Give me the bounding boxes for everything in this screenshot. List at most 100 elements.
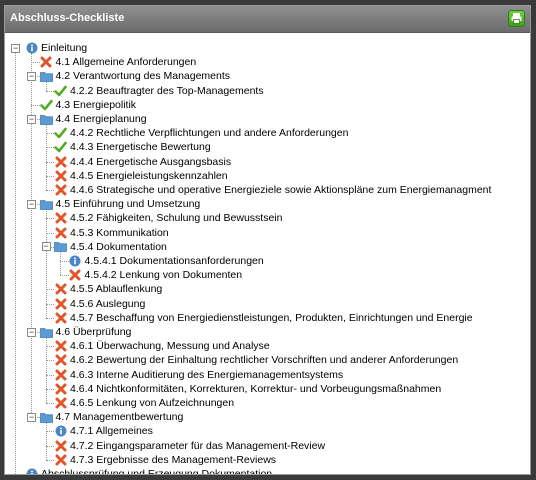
tree-node-label[interactable]: 4.5.4.1 Dokumentationsanforderungen [85,255,264,267]
tree-node[interactable]: 4.4.3 Energetische Bewertung [54,140,211,154]
tree-connector [45,360,54,362]
tree-node[interactable]: 4.7.1 Allgemeines [54,424,153,438]
collapse-toggle-icon[interactable]: − [27,114,36,124]
collapse-toggle-icon[interactable]: − [41,242,51,252]
tree-node[interactable]: 4.6.2 Bewertung der Einhaltung rechtlich… [54,353,458,367]
tree-node[interactable]: 4.4.6 Strategische und operative Energie… [54,183,491,197]
tree-node[interactable]: 4.4.4 Energetische Ausgangsbasis [54,155,231,169]
collapse-toggle-icon[interactable]: − [11,43,20,53]
tree-connector [45,175,54,177]
cross-icon [54,283,67,296]
tree-connector [45,422,47,460]
tree-node-label[interactable]: 4.4.4 Energetische Ausgangsbasis [70,156,231,168]
tree-node[interactable]: − 4.5.4 Dokumentation [41,240,167,254]
collapse-toggle-icon[interactable]: − [27,199,36,209]
tree-node[interactable]: 4.1 Allgemeine Anforderungen [40,55,197,69]
tree-node[interactable]: 4.5.4.1 Dokumentationsanforderungen [69,254,264,268]
tree-node[interactable]: − 4.2 Verantwortung des Managements [27,69,231,83]
tree-node-label[interactable]: 4.6.3 Interne Auditierung des Energieman… [70,369,343,381]
tree-connector [31,62,40,64]
tree-node-label[interactable]: 4.6.4 Nichtkonformitäten, Korrekturen, K… [70,383,441,395]
tree-node-label[interactable]: 4.4.6 Strategische und operative Energie… [70,184,491,196]
collapse-toggle-icon[interactable]: − [27,412,36,422]
tree-connector [45,218,54,220]
checklist-tree: − Einleitung 4.1 Allgemeine Anforderungen −… [5,33,530,474]
tree-node[interactable]: − 4.5 Einführung und Umsetzung [27,197,201,211]
tree-connector [45,190,54,191]
tree-connector [60,251,61,276]
tree-connector [45,232,54,234]
collapse-toggle-icon[interactable]: − [27,71,36,81]
cross-icon [54,155,67,168]
tree-node-label[interactable]: 4.5.2 Fähigkeiten, Schulung und Bewussts… [70,212,282,224]
tree-node[interactable]: 4.4.5 Energieleistungskennzahlen [54,169,228,183]
cross-icon [40,56,53,69]
tree-node-label[interactable]: 4.2 Verantwortung des Managements [56,70,231,82]
tree-connector [45,209,47,318]
collapse-toggle-icon[interactable]: − [27,327,36,337]
tree-node-label[interactable]: 4.6 Überprüfung [56,326,132,338]
tree-node[interactable]: 4.5.5 Ablauflenkung [54,282,162,296]
tree-node-label[interactable]: 4.3 Energiepolitik [56,99,137,111]
tree-node-label[interactable]: 4.1 Allgemeine Anforderungen [56,56,197,68]
tree-node-label[interactable]: 4.4.2 Rechtliche Verpflichtungen und and… [70,127,348,139]
tree-node-label[interactable]: 4.5.5 Ablauflenkung [70,283,162,295]
tree-node[interactable]: 4.5.6 Auslegung [54,297,145,311]
tree-node-label[interactable]: 4.7.2 Eingangsparameter für das Manageme… [70,440,325,452]
tree-connector [45,459,54,461]
tree-node-label[interactable]: 4.7.1 Allgemeines [70,425,153,437]
tree-node-label[interactable]: Abschlussprüfung und Erzeugung Dokumenta… [41,468,272,474]
tree-node[interactable]: 4.7.3 Ergebnisse des Management-Reviews [54,453,276,467]
cross-icon [54,439,67,452]
tree-node-label[interactable]: 4.6.2 Bewertung der Einhaltung rechtlich… [70,354,458,366]
tree-node[interactable]: 4.6.1 Überwachung, Messung und Analyse [54,339,270,353]
print-button[interactable] [508,10,525,27]
tree-node-label[interactable]: 4.4.3 Energetische Bewertung [70,141,211,153]
tree-node[interactable]: 4.4.2 Rechtliche Verpflichtungen und and… [54,126,348,140]
checklist-panel: Abschluss-Checkliste − Einleitung 4.1 Allg… [4,5,531,475]
cross-icon [54,169,67,182]
folder-icon [39,198,53,211]
tree-node-label[interactable]: 4.4.5 Energieleistungskennzahlen [70,170,228,182]
tree-connector [45,403,54,404]
tree-node[interactable]: 4.5.7 Beschaffung von Energiedienstleist… [54,311,473,325]
tree-node[interactable]: 4.5.3 Kommunikation [54,226,169,240]
check-icon [54,127,67,140]
tree-connector [15,48,16,474]
tree-node-label[interactable]: 4.5.7 Beschaffung von Energiedienstleist… [70,312,473,324]
tree-node[interactable]: 4.7.2 Eingangsparameter für das Manageme… [54,439,325,453]
folder-icon [39,70,53,83]
panel-header: Abschluss-Checkliste [5,6,530,33]
tree-node[interactable]: − 4.6 Überprüfung [27,325,132,339]
tree-node[interactable]: 4.5.4.2 Lenkung von Dokumenten [69,268,243,282]
cross-icon [54,368,67,381]
tree-node-label[interactable]: 4.6.1 Überwachung, Messung und Analyse [70,340,270,352]
tree-node-label[interactable]: 4.5.6 Auslegung [70,298,145,310]
tree-node-label[interactable]: 4.2.2 Beauftragter des Top-Managements [70,85,264,97]
cross-icon [54,340,67,353]
tree-node[interactable]: Abschlussprüfung und Erzeugung Dokumenta… [25,467,272,474]
tree-node-label[interactable]: 4.5.4 Dokumentation [70,241,167,253]
tree-node-label[interactable]: 4.6.5 Lenkung von Aufzeichnungen [70,397,234,409]
tree-node[interactable]: − Einleitung [11,41,87,55]
tree-node-label[interactable]: 4.4 Energieplanung [56,113,147,125]
tree-node-label[interactable]: 4.5 Einführung und Umsetzung [56,198,201,210]
tree-node[interactable]: 4.2.2 Beauftragter des Top-Managements [54,84,264,98]
tree-node[interactable]: 4.6.4 Nichtkonformitäten, Korrekturen, K… [54,382,441,396]
tree-node-label[interactable]: 4.7 Managementbewertung [56,411,184,423]
folder-icon [54,240,67,253]
tree-connector [45,317,54,319]
cross-icon [54,382,67,395]
tree-node[interactable]: 4.5.2 Fähigkeiten, Schulung und Bewussts… [54,211,282,225]
tree-node-label[interactable]: 4.5.4.2 Lenkung von Dokumenten [85,269,243,281]
tree-node[interactable]: 4.3 Energiepolitik [39,98,137,112]
check-icon [39,98,53,111]
tree-node[interactable]: 4.6.5 Lenkung von Aufzeichnungen [54,396,234,410]
tree-node[interactable]: 4.6.3 Interne Auditierung des Energieman… [54,368,343,382]
tree-node-label[interactable]: 4.7.3 Ergebnisse des Management-Reviews [70,454,276,466]
info-icon [25,468,38,474]
tree-node[interactable]: − 4.7 Managementbewertung [27,410,184,424]
tree-node-label[interactable]: 4.5.3 Kommunikation [70,227,169,239]
tree-node-label[interactable]: Einleitung [41,42,87,54]
tree-node[interactable]: − 4.4 Energieplanung [27,112,147,126]
